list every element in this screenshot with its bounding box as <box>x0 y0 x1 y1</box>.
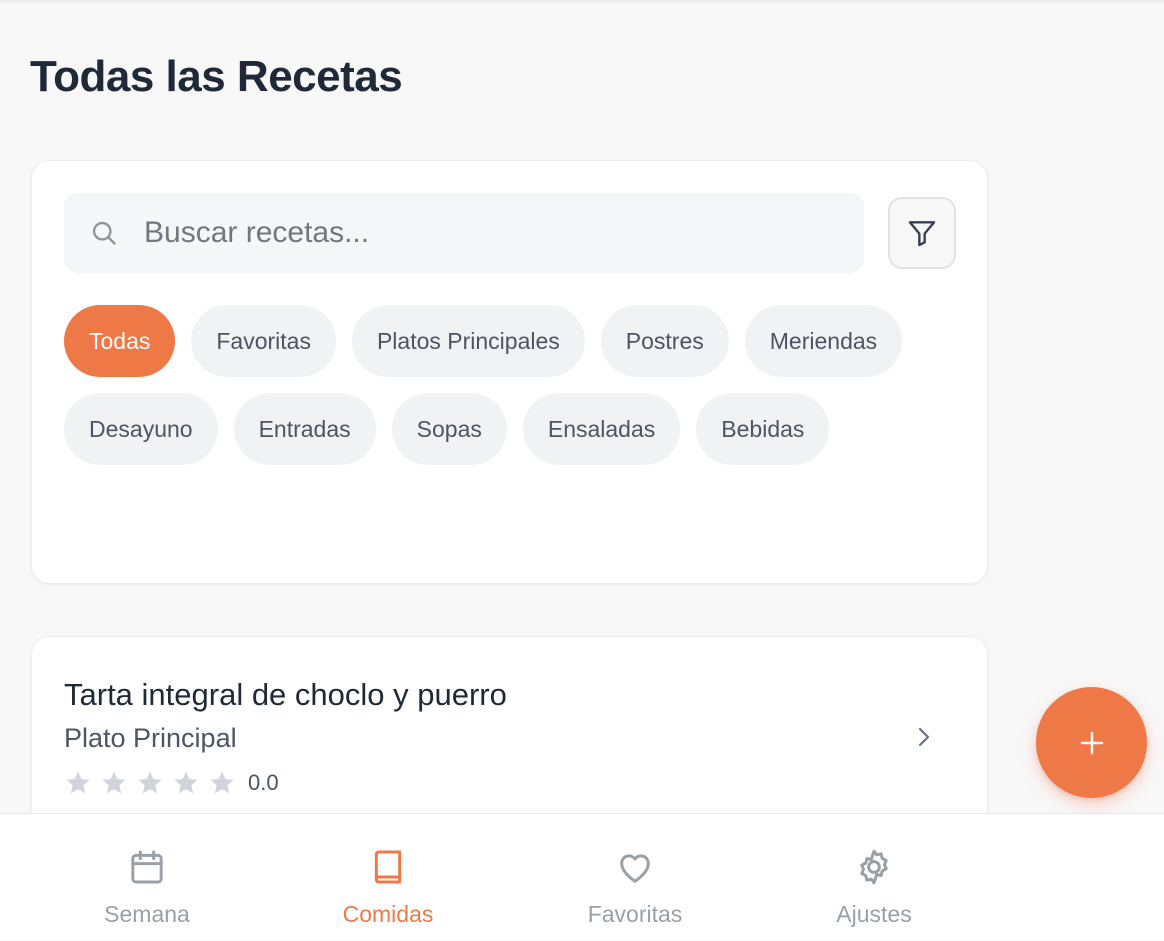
status-bar-divider <box>0 0 1164 3</box>
bottom-navigation: Semana Comidas Favoritas Ajustes <box>0 813 1164 940</box>
add-recipe-button[interactable] <box>1036 687 1147 798</box>
search-filter-card: Todas Favoritas Platos Principales Postr… <box>31 160 988 584</box>
star-icon <box>210 771 234 794</box>
nav-label: Favoritas <box>587 901 683 927</box>
category-chips: Todas Favoritas Platos Principales Postr… <box>64 305 964 465</box>
filter-button[interactable] <box>888 197 956 269</box>
chevron-right-icon <box>918 727 930 747</box>
chip-platos-principales[interactable]: Platos Principales <box>351 305 585 377</box>
nav-label: Semana <box>104 901 190 927</box>
chip-desayuno[interactable]: Desayuno <box>64 393 218 465</box>
nav-label: Ajustes <box>836 901 912 927</box>
recipe-rating: 0.0 <box>64 769 279 797</box>
book-icon <box>374 850 402 884</box>
recipe-category: Plato Principal <box>64 723 237 753</box>
search-icon <box>92 221 116 245</box>
search-box[interactable] <box>64 193 864 273</box>
heart-icon <box>620 854 650 883</box>
star-icon <box>102 771 126 794</box>
rating-value: 0.0 <box>248 770 279 795</box>
nav-item-ajustes[interactable]: Ajustes <box>774 814 974 941</box>
chip-postres[interactable]: Postres <box>600 305 729 377</box>
recipe-title: Tarta integral de choclo y puerro <box>64 677 507 712</box>
star-icon <box>66 771 90 794</box>
chip-todas[interactable]: Todas <box>64 305 176 377</box>
star-icon <box>138 771 162 794</box>
nav-item-comidas[interactable]: Comidas <box>288 814 488 941</box>
chip-ensaladas[interactable]: Ensaladas <box>522 393 681 465</box>
nav-label: Comidas <box>342 901 434 927</box>
chip-favoritas[interactable]: Favoritas <box>191 305 336 377</box>
chip-entradas[interactable]: Entradas <box>233 393 376 465</box>
gear-icon <box>860 849 888 885</box>
chip-bebidas[interactable]: Bebidas <box>696 393 830 465</box>
plus-icon <box>1080 731 1103 754</box>
page-title: Todas las Recetas <box>30 52 403 101</box>
nav-item-semana[interactable]: Semana <box>47 814 247 941</box>
chip-sopas[interactable]: Sopas <box>391 393 507 465</box>
filter-icon <box>908 221 936 247</box>
star-icon <box>174 771 198 794</box>
nav-item-favoritas[interactable]: Favoritas <box>535 814 735 941</box>
calendar-icon <box>131 850 163 884</box>
search-input[interactable] <box>144 211 844 255</box>
chip-meriendas[interactable]: Meriendas <box>744 305 903 377</box>
